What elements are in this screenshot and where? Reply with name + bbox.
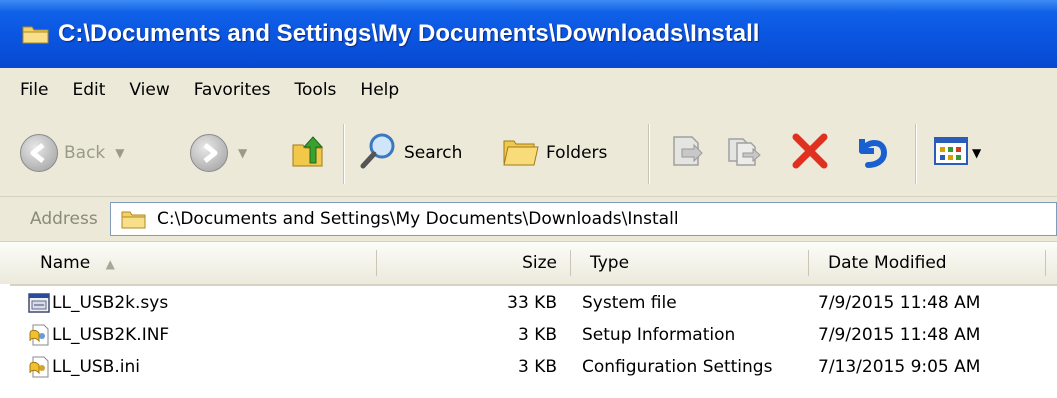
file-date: 7/13/2015 9:05 AM — [818, 357, 981, 377]
up-folder-button[interactable] — [290, 132, 326, 174]
copy-to-icon — [725, 133, 763, 174]
up-folder-icon — [290, 133, 326, 174]
window-title: C:\Documents and Settings\My Documents\D… — [58, 20, 760, 47]
file-date: 7/9/2015 11:48 AM — [818, 325, 981, 345]
folders-label: Folders — [546, 143, 608, 163]
search-button[interactable]: Search — [358, 132, 462, 174]
back-label: Back — [64, 143, 106, 163]
file-type: Configuration Settings — [582, 357, 773, 377]
file-name[interactable]: LL_USB.ini — [52, 357, 140, 377]
undo-button[interactable] — [852, 132, 892, 174]
copy-to-button[interactable] — [725, 132, 763, 174]
setup-info-icon — [28, 324, 50, 346]
address-path: C:\Documents and Settings\My Documents\D… — [157, 209, 679, 229]
file-name[interactable]: LL_USB2K.INF — [52, 325, 169, 345]
column-divider[interactable] — [570, 250, 571, 276]
address-bar: Address C:\Documents and Settings\My Doc… — [0, 197, 1057, 242]
column-header-name[interactable]: Name ▲ — [40, 253, 115, 273]
file-row[interactable]: LL_USB.ini 3 KB Configuration Settings 7… — [0, 352, 1057, 384]
search-icon — [358, 131, 398, 176]
menu-tools[interactable]: Tools — [295, 80, 337, 100]
menu-file[interactable]: File — [20, 80, 48, 100]
file-date: 7/9/2015 11:48 AM — [818, 293, 981, 313]
file-name[interactable]: LL_USB2k.sys — [52, 293, 168, 313]
search-label: Search — [404, 143, 463, 163]
menu-help[interactable]: Help — [360, 80, 399, 100]
sort-ascending-icon: ▲ — [105, 257, 115, 271]
column-divider[interactable] — [808, 250, 809, 276]
address-folder-icon — [121, 208, 147, 230]
menu-bar: File Edit View Favorites Tools Help — [0, 68, 1057, 113]
title-bar[interactable]: C:\Documents and Settings\My Documents\D… — [0, 0, 1057, 68]
file-type: System file — [582, 293, 677, 313]
menu-edit[interactable]: Edit — [72, 80, 105, 100]
file-type: Setup Information — [582, 325, 736, 345]
config-settings-icon — [28, 356, 50, 378]
column-divider[interactable] — [376, 250, 377, 276]
back-button[interactable]: Back ▼ — [20, 132, 125, 174]
file-size: 3 KB — [517, 357, 557, 377]
column-headers: Name ▲ Size Type Date Modified — [0, 242, 1057, 286]
move-to-button[interactable] — [668, 132, 706, 174]
address-input[interactable]: C:\Documents and Settings\My Documents\D… — [110, 202, 1057, 236]
back-dropdown-icon[interactable]: ▼ — [115, 146, 124, 160]
folder-icon — [22, 23, 50, 45]
file-size: 33 KB — [507, 293, 557, 313]
forward-dropdown-icon[interactable]: ▼ — [238, 146, 247, 160]
toolbar-separator — [343, 124, 345, 184]
undo-arrow-icon — [852, 131, 892, 176]
toolbar-separator — [915, 124, 917, 184]
back-arrow-icon — [20, 134, 58, 172]
column-header-date[interactable]: Date Modified — [828, 253, 947, 273]
delete-x-icon — [790, 131, 830, 176]
file-size: 3 KB — [517, 325, 557, 345]
toolbar: Back ▼ ▼ Search Folders ▼ — [0, 112, 1057, 197]
file-row[interactable]: LL_USB2K.INF 3 KB Setup Information 7/9/… — [0, 320, 1057, 352]
folders-icon — [500, 133, 540, 174]
views-button[interactable]: ▼ — [932, 132, 981, 174]
address-label: Address — [30, 209, 98, 229]
delete-button[interactable] — [790, 132, 830, 174]
forward-button[interactable]: ▼ — [190, 132, 247, 174]
views-dropdown-icon[interactable]: ▼ — [972, 146, 981, 160]
file-row[interactable]: LL_USB2k.sys 33 KB System file 7/9/2015 … — [0, 288, 1057, 320]
menu-favorites[interactable]: Favorites — [194, 80, 271, 100]
folders-button[interactable]: Folders — [500, 132, 607, 174]
menu-view[interactable]: View — [129, 80, 169, 100]
views-grid-icon — [932, 133, 970, 174]
column-header-size[interactable]: Size — [470, 253, 557, 273]
move-to-icon — [668, 133, 706, 174]
toolbar-separator — [648, 124, 650, 184]
column-header-type[interactable]: Type — [590, 253, 629, 273]
system-file-icon — [28, 292, 50, 314]
column-divider[interactable] — [1045, 250, 1046, 276]
forward-arrow-icon — [190, 134, 228, 172]
